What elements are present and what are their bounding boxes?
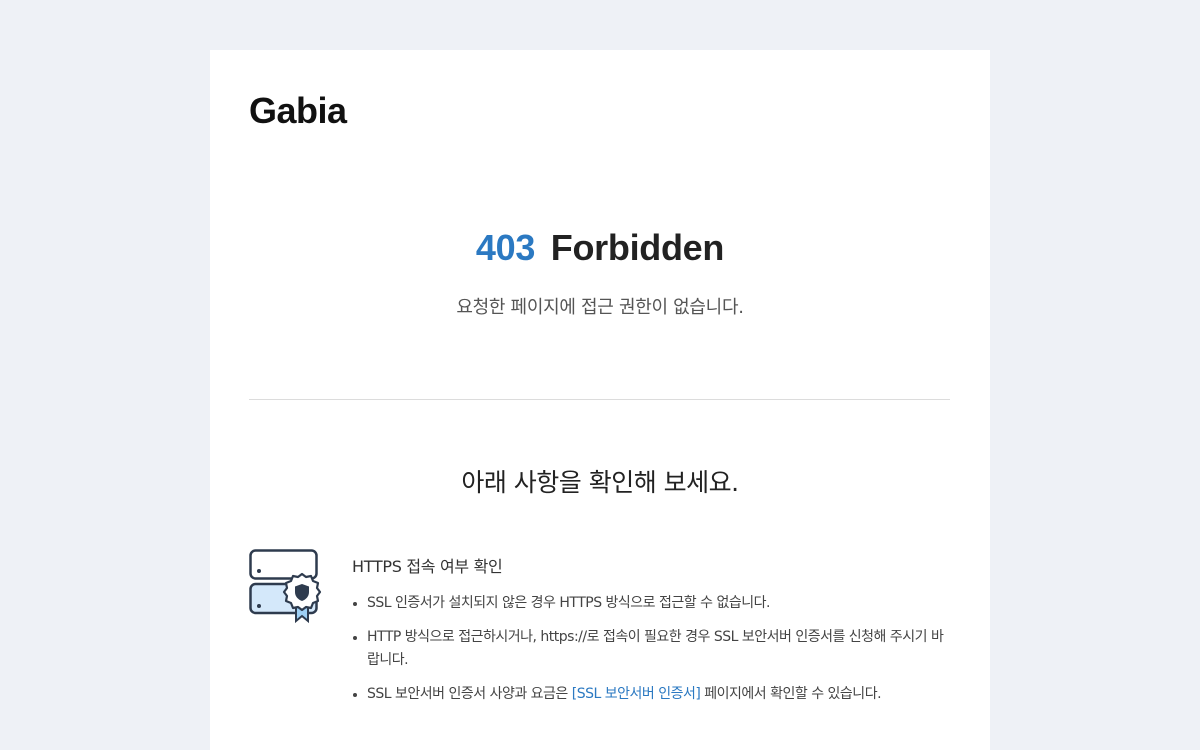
error-message: 요청한 페이지에 접근 권한이 없습니다.	[456, 297, 744, 318]
list-item-text-after: 페이지에서 확인할 수 있습니다.	[700, 686, 882, 702]
list-item-text: HTTP 방식으로 접근하시거나, https://로 접속이 필요한 경우 S…	[367, 629, 944, 668]
gabia-logo[interactable]: Gabia	[249, 90, 347, 132]
list-item: SSL 보안서버 인증서 사양과 요금은 [SSL 보안서버 인증서] 페이지에…	[352, 683, 952, 706]
info-list: SSL 인증서가 설치되지 않은 경우 HTTPS 방식으로 접근할 수 없습니…	[352, 592, 952, 717]
divider	[249, 399, 950, 400]
error-card: Gabia 403 Forbidden 요청한 페이지에 접근 권한이 없습니다…	[210, 50, 990, 750]
section-heading: HTTPS 접속 여부 확인	[352, 557, 503, 576]
error-title-text: Forbidden	[550, 227, 725, 268]
error-code: 403	[475, 227, 536, 268]
error-title: 403 Forbidden	[210, 227, 990, 269]
list-item-text: SSL 인증서가 설치되지 않은 경우 HTTPS 방식으로 접근할 수 없습니…	[367, 595, 770, 611]
check-title: 아래 사항을 확인해 보세요.	[461, 468, 739, 497]
list-item-text-before: SSL 보안서버 인증서 사양과 요금은	[367, 686, 572, 702]
list-item: SSL 인증서가 설치되지 않은 경우 HTTPS 방식으로 접근할 수 없습니…	[352, 592, 952, 615]
ssl-certificate-link[interactable]: [SSL 보안서버 인증서]	[572, 686, 701, 702]
ssl-server-certificate-icon	[249, 549, 325, 625]
list-item: HTTP 방식으로 접근하시거나, https://로 접속이 필요한 경우 S…	[352, 626, 952, 672]
